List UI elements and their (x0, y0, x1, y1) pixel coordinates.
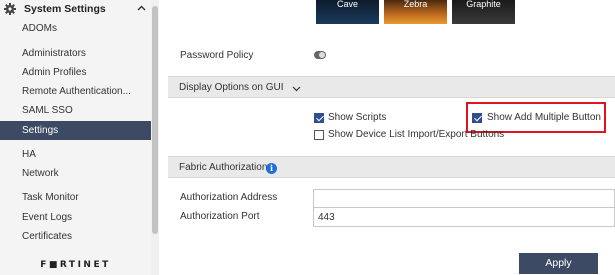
sidebar-item-network[interactable]: Network (0, 164, 151, 183)
show-scripts-label: Show Scripts (328, 112, 387, 123)
system-settings-header[interactable]: System Settings (0, 0, 151, 18)
system-settings-title: System Settings (24, 3, 106, 15)
info-icon[interactable]: i (266, 163, 277, 174)
password-policy-toggle[interactable] (314, 51, 326, 59)
sidebar-item-task-monitor[interactable]: Task Monitor (0, 188, 151, 207)
show-device-list-checkbox[interactable] (314, 130, 324, 140)
sidebar-scrollbar[interactable] (151, 0, 159, 275)
sidebar-item-saml-sso[interactable]: SAML SSO (0, 101, 151, 120)
authorization-address-input[interactable] (313, 189, 615, 209)
sidebar-item-admin-profiles[interactable]: Admin Profiles (0, 63, 151, 82)
sidebar-item-administrators[interactable]: Administrators (0, 44, 151, 63)
theme-thumbnail-graphite[interactable]: Graphite (452, 0, 515, 24)
show-scripts-checkbox[interactable] (314, 113, 324, 123)
authorization-port-input[interactable] (313, 207, 615, 227)
theme-label-cave: Cave (336, 0, 358, 9)
theme-thumbnail-cave[interactable]: Cave (316, 0, 379, 24)
theme-label-zebra: Zebra (403, 0, 428, 9)
fabric-authorization-section-header: Fabric Authorization i (168, 156, 615, 178)
sidebar-item-ha[interactable]: HA (0, 145, 151, 164)
apply-button[interactable]: Apply (519, 253, 598, 274)
sidebar-item-remote-authentication[interactable]: Remote Authentication... (0, 82, 151, 101)
theme-label-graphite: Graphite (466, 0, 501, 9)
fabric-authorization-title: Fabric Authorization (179, 162, 268, 173)
chevron-down-icon[interactable] (292, 84, 301, 93)
gear-icon (4, 3, 16, 15)
theme-thumbnail-zebra[interactable]: Zebra (384, 0, 447, 24)
authorization-port-label: Authorization Port (180, 211, 260, 222)
sidebar-item-certificates[interactable]: Certificates (0, 227, 151, 246)
sidebar: System Settings ADOMs Administrators Adm… (0, 0, 159, 275)
fortinet-logo: F■RTINET (40, 260, 111, 270)
display-options-section-header[interactable]: Display Options on GUI (168, 76, 615, 98)
show-device-list-label: Show Device List Import/Export Buttons (328, 129, 505, 140)
sidebar-item-event-logs[interactable]: Event Logs (0, 208, 151, 227)
sidebar-scrollbar-thumb[interactable] (152, 6, 158, 234)
password-policy-label: Password Policy (180, 50, 254, 61)
sidebar-item-adoms[interactable]: ADOMs (0, 19, 151, 38)
authorization-address-label: Authorization Address (180, 192, 278, 203)
settings-panel: Cave Zebra Graphite Password Policy Disp… (160, 0, 615, 275)
chevron-up-icon[interactable] (137, 4, 146, 13)
sidebar-item-settings[interactable]: Settings (0, 121, 151, 140)
display-options-title: Display Options on GUI (179, 82, 284, 93)
